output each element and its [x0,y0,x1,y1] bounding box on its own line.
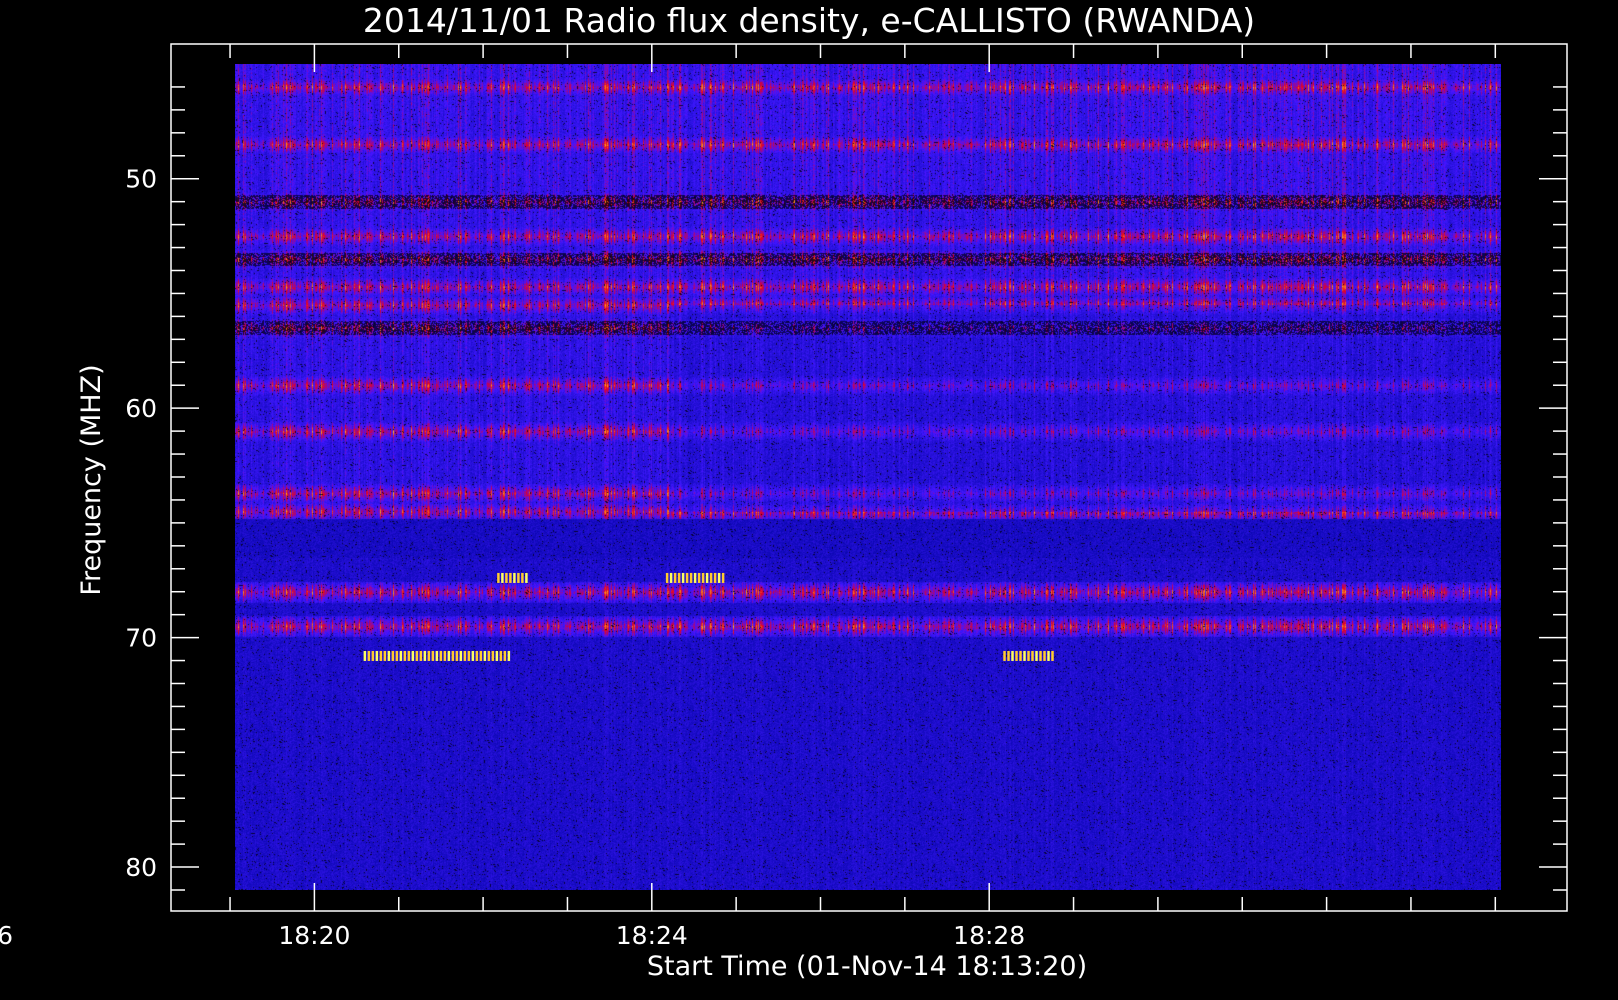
heatmap-layer [235,64,1501,890]
burst-mark-0 [501,572,504,583]
burst-mark-3 [1047,650,1050,661]
chart-title: 2014/11/01 Radio flux density, e-CALLIST… [363,1,1255,40]
burst-mark-2 [503,650,507,661]
burst-mark-2 [483,650,487,661]
burst-mark-2 [419,650,423,661]
burst-mark-3 [1027,650,1030,661]
burst-mark-1 [673,572,677,583]
burst-mark-2 [455,650,459,661]
burst-mark-2 [507,650,511,661]
burst-mark-2 [427,650,431,661]
burst-mark-2 [467,650,471,661]
burst-mark-3 [1035,650,1038,661]
burst-mark-1 [677,572,681,583]
y-tick-label: 80 [125,853,157,882]
burst-mark-2 [415,650,419,661]
burst-mark-3 [1039,650,1042,661]
burst-mark-0 [521,572,524,583]
burst-mark-1 [717,572,721,583]
burst-mark-1 [721,572,725,583]
burst-mark-3 [1011,650,1014,661]
burst-mark-2 [435,650,439,661]
y-tick-label: 50 [125,165,157,194]
burst-mark-2 [371,650,375,661]
spectrogram-image [235,64,1501,890]
burst-mark-2 [367,650,371,661]
burst-mark-2 [375,650,379,661]
burst-mark-1 [705,572,709,583]
burst-mark-2 [499,650,503,661]
burst-mark-3 [1003,650,1006,661]
burst-mark-3 [1015,650,1018,661]
burst-mark-2 [439,650,443,661]
burst-mark-0 [517,572,520,583]
burst-mark-1 [689,572,693,583]
burst-mark-2 [411,650,415,661]
burst-mark-2 [471,650,475,661]
burst-mark-3 [1023,650,1026,661]
burst-mark-2 [475,650,479,661]
burst-mark-1 [697,572,701,583]
burst-mark-2 [487,650,491,661]
x-tick-label: 18:20 [278,921,350,950]
burst-mark-1 [701,572,705,583]
spectrogram-chart: 50 60 70 80 18:16 18:20 18:24 18:28 2014/11/01 … [0,0,1618,1000]
burst-mark-3 [1043,650,1046,661]
burst-mark-2 [395,650,399,661]
burst-mark-1 [669,572,673,583]
y-tick-label: 70 [125,624,157,653]
burst-mark-2 [463,650,467,661]
burst-mark-2 [399,650,403,661]
burst-mark-2 [383,650,387,661]
burst-mark-1 [681,572,685,583]
burst-mark-2 [431,650,435,661]
burst-mark-0 [505,572,508,583]
burst-mark-2 [451,650,455,661]
x-tick-label: 18:28 [953,921,1025,950]
burst-mark-3 [1019,650,1022,661]
burst-mark-2 [379,650,383,661]
y-axis-title: Frequency (MHZ) [76,364,107,595]
x-tick-label: 18:24 [616,921,688,950]
burst-mark-1 [713,572,717,583]
burst-mark-3 [1031,650,1034,661]
burst-mark-0 [525,572,528,583]
burst-mark-2 [479,650,483,661]
burst-mark-2 [363,650,367,661]
burst-mark-2 [423,650,427,661]
burst-mark-2 [387,650,391,661]
burst-mark-1 [693,572,697,583]
x-tick-label: 18:16 [0,921,13,950]
burst-mark-2 [403,650,407,661]
burst-mark-2 [443,650,447,661]
burst-mark-1 [685,572,689,583]
burst-mark-0 [509,572,512,583]
x-axis-title: Start Time (01-Nov-14 18:13:20) [647,951,1087,982]
burst-mark-2 [391,650,395,661]
burst-mark-2 [407,650,411,661]
burst-mark-1 [709,572,713,583]
burst-mark-2 [447,650,451,661]
burst-mark-3 [1007,650,1010,661]
burst-mark-0 [497,572,500,583]
y-tick-label: 60 [125,394,157,423]
burst-mark-3 [1051,650,1054,661]
burst-mark-2 [459,650,463,661]
burst-mark-2 [491,650,495,661]
burst-mark-2 [495,650,499,661]
burst-mark-1 [665,572,669,583]
burst-mark-0 [513,572,516,583]
